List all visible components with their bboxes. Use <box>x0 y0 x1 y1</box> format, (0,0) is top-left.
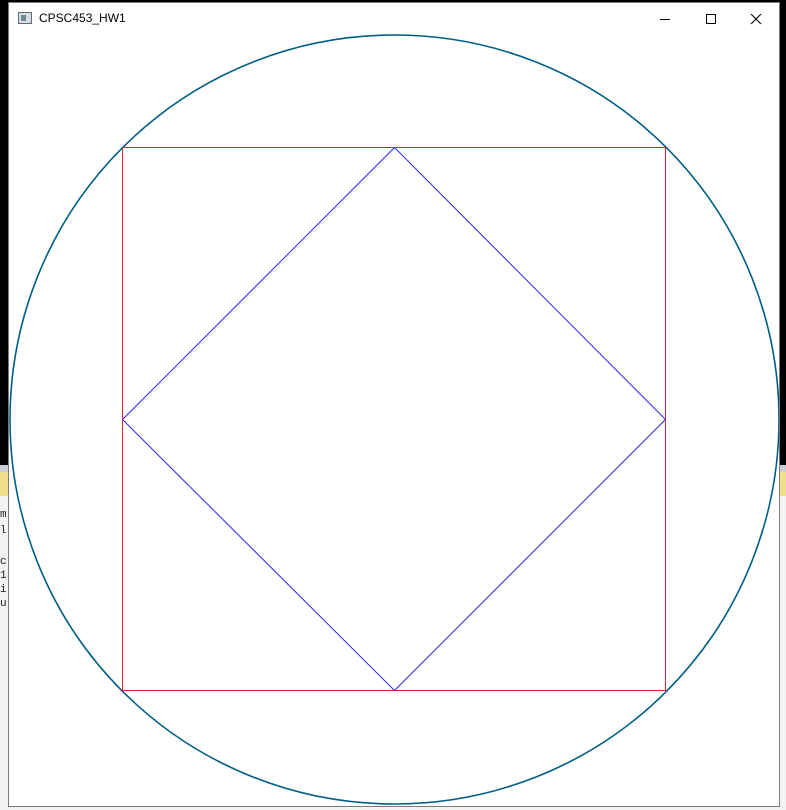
console-glyph: c <box>0 556 7 568</box>
close-button[interactable] <box>733 3 779 34</box>
title-bar[interactable]: CPSC453_HW1 <box>9 3 779 34</box>
minimize-icon <box>660 18 670 20</box>
red-square <box>122 147 666 691</box>
app-window-icon <box>18 12 32 24</box>
console-glyph: u <box>0 598 7 610</box>
maximize-button[interactable] <box>688 3 734 34</box>
window-title: CPSC453_HW1 <box>39 11 126 25</box>
outer-circle <box>9 34 779 805</box>
console-glyph: 1 <box>0 570 7 582</box>
console-glyph: l <box>0 525 7 537</box>
drawing-canvas <box>9 34 779 805</box>
console-glyph: m <box>0 509 7 521</box>
close-icon <box>750 13 762 24</box>
console-glyph: i <box>0 584 7 596</box>
blue-diamond <box>121 146 667 692</box>
minimize-button[interactable] <box>642 3 688 34</box>
maximize-icon <box>706 13 716 24</box>
app-window: CPSC453_HW1 <box>9 3 779 806</box>
